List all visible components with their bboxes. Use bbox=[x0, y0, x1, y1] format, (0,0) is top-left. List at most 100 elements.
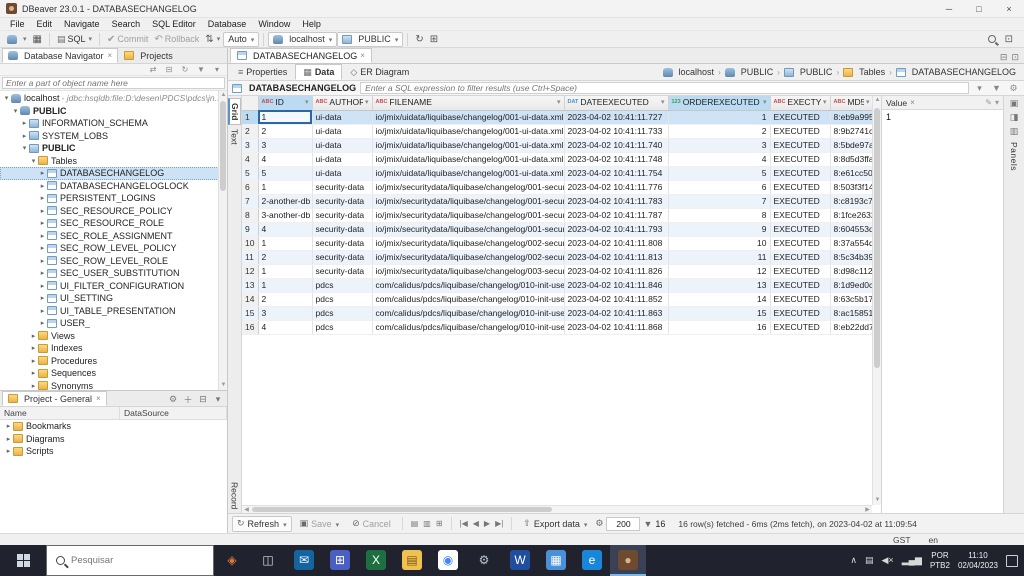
grid-cell[interactable]: 2023-04-02 10:41:11.783 bbox=[564, 194, 669, 209]
grid-cell[interactable]: 3-another-db bbox=[258, 208, 313, 223]
grid-cell[interactable]: 2 bbox=[258, 124, 313, 139]
grid-cell[interactable]: 8:9b2741cf4 bbox=[830, 124, 874, 139]
expand-icon[interactable]: ▾ bbox=[20, 144, 29, 152]
subtab-er-diagram[interactable]: ◇ ER Diagram bbox=[342, 64, 417, 80]
maximize-button[interactable]: □ bbox=[964, 0, 994, 18]
project-add-icon[interactable]: ＋ bbox=[182, 393, 194, 406]
tree-item[interactable]: ▸ SEC_USER_SUBSTITUTION bbox=[0, 267, 227, 280]
breadcrumb-item[interactable]: DATABASECHANGELOG bbox=[894, 67, 1018, 77]
grid-cell[interactable]: com/calidus/pdcs/liquibase/changelog/010… bbox=[372, 320, 565, 335]
expand-icon[interactable]: ▸ bbox=[38, 269, 47, 277]
schema-combo[interactable]: PUBLIC bbox=[337, 31, 404, 47]
grid-cell[interactable]: EXECUTED bbox=[770, 180, 831, 195]
grid-cell[interactable]: security-data bbox=[312, 222, 373, 237]
tree-item[interactable]: ▸ SEC_ROLE_ASSIGNMENT bbox=[0, 230, 227, 243]
taskbar-chrome-icon[interactable]: ◉ bbox=[430, 545, 466, 576]
breadcrumb-item[interactable]: Tables bbox=[841, 67, 887, 77]
row-number[interactable]: 1 bbox=[242, 110, 259, 125]
grid-cell[interactable]: 2023-04-02 10:41:11.813 bbox=[564, 250, 669, 265]
menu-navigate[interactable]: Navigate bbox=[58, 19, 106, 29]
grid-cell[interactable]: io/jmix/securitydata/liquibase/changelog… bbox=[372, 208, 565, 223]
grid-cell[interactable]: 2023-04-02 10:41:11.776 bbox=[564, 180, 669, 195]
grid-cell[interactable]: security-data bbox=[312, 236, 373, 251]
grid-cell[interactable]: 2 bbox=[668, 124, 771, 139]
grid-cell[interactable]: 2023-04-02 10:41:11.868 bbox=[564, 320, 669, 335]
grid-cell[interactable]: 2023-04-02 10:41:11.754 bbox=[564, 166, 669, 181]
grid-cell[interactable]: ui-data bbox=[312, 110, 373, 125]
expand-icon[interactable]: ▸ bbox=[38, 294, 47, 302]
row-number[interactable]: 10 bbox=[242, 236, 259, 251]
project-settings-icon[interactable]: ⚙ bbox=[167, 394, 179, 405]
expand-icon[interactable]: ▸ bbox=[38, 307, 47, 315]
grid-cell[interactable]: io/jmix/uidata/liquibase/changelog/001-u… bbox=[372, 152, 565, 167]
grid-cell[interactable]: 4 bbox=[258, 222, 313, 237]
taskbar-task-view-icon[interactable]: ◫ bbox=[250, 545, 286, 576]
grid-cell[interactable]: EXECUTED bbox=[770, 110, 831, 125]
row-number[interactable]: 7 bbox=[242, 194, 259, 209]
tree-item[interactable]: ▾ PUBLIC bbox=[0, 142, 227, 155]
taskbar-search[interactable] bbox=[46, 545, 214, 576]
row-number[interactable]: 11 bbox=[242, 250, 259, 265]
grid-cell[interactable]: 3 bbox=[258, 306, 313, 321]
tree-scrollbar[interactable]: ▲ ▼ bbox=[218, 91, 227, 390]
expand-icon[interactable]: ▸ bbox=[38, 232, 47, 240]
expand-icon[interactable]: ▸ bbox=[4, 447, 13, 455]
row-number[interactable]: 4 bbox=[242, 152, 259, 167]
grid-cell[interactable]: pdcs bbox=[312, 306, 373, 321]
column-menu-icon[interactable]: ▾ bbox=[763, 96, 767, 109]
expand-icon[interactable]: ▸ bbox=[38, 219, 47, 227]
row-number[interactable]: 5 bbox=[242, 166, 259, 181]
fetch-size-input[interactable] bbox=[606, 516, 641, 531]
tree-item[interactable]: ▸ Procedures bbox=[0, 355, 227, 368]
refresh-icon[interactable]: ↻ bbox=[179, 65, 191, 74]
grid-cell[interactable]: 8:63c5b17e1 bbox=[830, 292, 874, 307]
horizontal-scrollbar[interactable]: ◀ ▶ bbox=[242, 505, 872, 513]
refresh-button[interactable]: ↻ Refresh bbox=[232, 515, 292, 532]
sql-filter-input[interactable] bbox=[360, 82, 969, 94]
grid-cell[interactable]: 2023-04-02 10:41:11.826 bbox=[564, 264, 669, 279]
row-number[interactable]: 15 bbox=[242, 306, 259, 321]
grid-cell[interactable]: pdcs bbox=[312, 320, 373, 335]
tab-projects[interactable]: Projects bbox=[118, 48, 179, 63]
grid-cell[interactable]: 2023-04-02 10:41:11.846 bbox=[564, 278, 669, 293]
menu-sql-editor[interactable]: SQL Editor bbox=[146, 19, 202, 29]
tree-item[interactable]: ▸ Indexes bbox=[0, 342, 227, 355]
first-row-icon[interactable]: |◀ bbox=[458, 519, 470, 528]
tab-record[interactable]: Record bbox=[230, 478, 240, 513]
language-indicator[interactable]: en bbox=[929, 535, 938, 545]
row-number[interactable]: 14 bbox=[242, 292, 259, 307]
quick-access-button[interactable]: ⊡ bbox=[1002, 32, 1016, 47]
column-header-dateexecuted[interactable]: DAT DATEEXECUTED ▾ bbox=[564, 96, 669, 111]
grid-cell[interactable]: security-data bbox=[312, 264, 373, 279]
grid-cell[interactable]: 3 bbox=[258, 138, 313, 153]
grid-cell[interactable]: 1 bbox=[258, 110, 313, 125]
grid-cell[interactable]: 8:c8193c710f bbox=[830, 194, 874, 209]
close-tab-icon[interactable]: × bbox=[108, 51, 113, 60]
scroll-up-icon[interactable]: ▲ bbox=[219, 91, 227, 100]
taskbar-dbeaver-icon[interactable]: ● bbox=[610, 545, 646, 576]
column-header-author[interactable]: ABC AUTHOR ▾ bbox=[312, 96, 373, 111]
row-number[interactable]: 12 bbox=[242, 264, 259, 279]
scroll-left-icon[interactable]: ◀ bbox=[242, 506, 251, 514]
row-number[interactable]: 16 bbox=[242, 320, 259, 335]
grid-cell[interactable]: ui-data bbox=[312, 166, 373, 181]
expand-icon[interactable]: ▸ bbox=[38, 319, 47, 327]
tree-item[interactable]: ▸ Synonyms bbox=[0, 380, 227, 390]
expand-icon[interactable]: ▸ bbox=[38, 207, 47, 215]
last-row-icon[interactable]: ▶| bbox=[493, 519, 505, 528]
taskbar-settings-icon[interactable]: ⚙ bbox=[466, 545, 502, 576]
grid-cell[interactable]: pdcs bbox=[312, 278, 373, 293]
grid-cell[interactable]: 8:8d5d3ffa3c bbox=[830, 152, 874, 167]
grid-cell[interactable]: 7 bbox=[668, 194, 771, 209]
tree-item[interactable]: ▸ USER_ bbox=[0, 317, 227, 330]
tab-database-navigator[interactable]: Database Navigator × bbox=[2, 48, 119, 63]
new-connection-button[interactable] bbox=[4, 32, 30, 47]
notification-center-icon[interactable] bbox=[1006, 554, 1018, 567]
new-object-button[interactable]: ▦ bbox=[30, 32, 45, 47]
minimize-view-icon[interactable]: ⊟ bbox=[1000, 52, 1008, 63]
taskbar-calculator-icon[interactable]: ▦ bbox=[538, 545, 574, 576]
volume-icon[interactable]: ◀× bbox=[882, 555, 894, 566]
project-item[interactable]: ▸ Bookmarks bbox=[0, 420, 227, 433]
link-with-editor-icon[interactable]: ⇄ bbox=[147, 65, 159, 74]
expand-icon[interactable]: ▸ bbox=[29, 382, 38, 390]
